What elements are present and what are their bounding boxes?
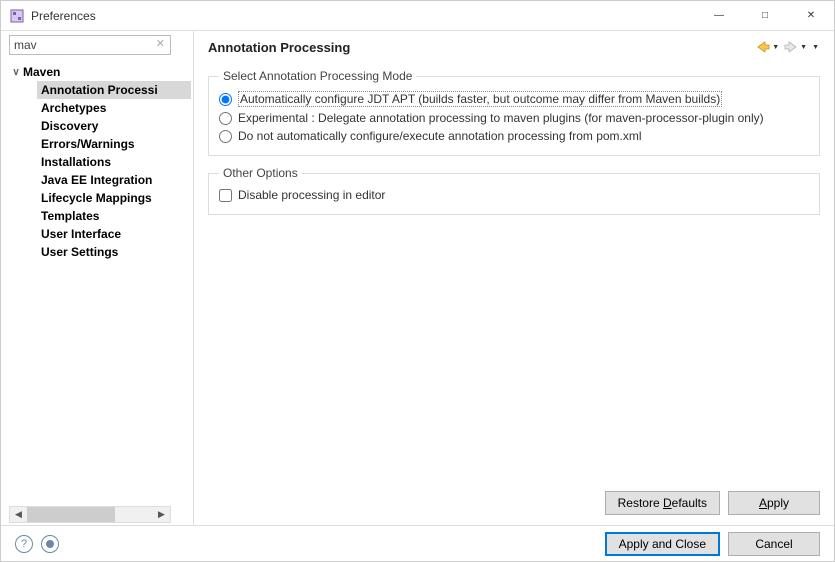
app-icon	[9, 8, 25, 24]
chevron-down-icon: ▼	[800, 44, 807, 51]
restore-defaults-button[interactable]: Restore Defaults	[605, 491, 720, 515]
checkbox-label: Disable processing in editor	[238, 188, 385, 202]
maximize-button[interactable]: □	[742, 1, 788, 31]
spacer	[208, 225, 820, 483]
titlebar: Preferences — □ ✕	[1, 1, 834, 31]
nav-forward-button[interactable]: ▼	[782, 39, 808, 55]
nav-back-button[interactable]: ▼	[754, 39, 780, 55]
radio-experimental[interactable]: Experimental : Delegate annotation proce…	[219, 109, 809, 127]
search-input[interactable]	[9, 35, 171, 55]
tree-item-discovery[interactable]: Discovery	[37, 117, 191, 135]
scroll-thumb[interactable]	[27, 507, 115, 522]
help-icon[interactable]: ?	[15, 535, 33, 553]
radio-input[interactable]	[219, 112, 232, 125]
tree-item-templates[interactable]: Templates	[37, 207, 191, 225]
window-controls: — □ ✕	[696, 1, 834, 31]
tree-parent-maven[interactable]: ∨ Maven	[9, 63, 191, 81]
chevron-down-icon: ▼	[772, 44, 779, 51]
radio-label: Experimental : Delegate annotation proce…	[238, 111, 764, 125]
group-legend: Select Annotation Processing Mode	[219, 69, 416, 83]
annotation-mode-group: Select Annotation Processing Mode Automa…	[208, 69, 820, 156]
horizontal-scrollbar[interactable]: ◀ ▶	[9, 506, 171, 523]
tree-item-user-interface[interactable]: User Interface	[37, 225, 191, 243]
tree-item-archetypes[interactable]: Archetypes	[37, 99, 191, 117]
radio-auto-jdt[interactable]: Automatically configure JDT APT (builds …	[219, 89, 809, 109]
tree-item-installations[interactable]: Installations	[37, 153, 191, 171]
minimize-button[interactable]: —	[696, 1, 742, 31]
tree-item-java-ee-integration[interactable]: Java EE Integration	[37, 171, 191, 189]
footer-icons: ?	[15, 535, 59, 553]
tree-item-user-settings[interactable]: User Settings	[37, 243, 191, 261]
tree-item-lifecycle-mappings[interactable]: Lifecycle Mappings	[37, 189, 191, 207]
main-panel: Annotation Processing ▼ ▼ ▼ Select Annot…	[194, 31, 834, 525]
chevron-down-icon: ▼	[812, 44, 819, 51]
footer-buttons: Apply and Close Cancel	[605, 532, 820, 556]
nav-icons: ▼ ▼ ▼	[754, 39, 820, 55]
main-buttons: Restore Defaults Apply	[208, 491, 820, 515]
close-button[interactable]: ✕	[788, 1, 834, 31]
tree-parent-label: Maven	[23, 65, 60, 79]
nav-menu-button[interactable]: ▼	[810, 43, 820, 52]
radio-do-not-configure[interactable]: Do not automatically configure/execute a…	[219, 127, 809, 145]
other-options-group: Other Options Disable processing in edit…	[208, 166, 820, 215]
radio-label: Automatically configure JDT APT (builds …	[238, 91, 722, 107]
radio-label: Do not automatically configure/execute a…	[238, 129, 642, 143]
scroll-track[interactable]	[27, 507, 153, 522]
expand-arrow-icon: ∨	[9, 67, 23, 78]
window-title: Preferences	[31, 9, 696, 23]
apply-button[interactable]: Apply	[728, 491, 820, 515]
group-legend: Other Options	[219, 166, 302, 180]
tree-children: Annotation Processi Archetypes Discovery…	[37, 81, 191, 261]
checkbox-disable-editor[interactable]: Disable processing in editor	[219, 186, 809, 204]
cancel-button[interactable]: Cancel	[728, 532, 820, 556]
clear-search-icon[interactable]: ✕	[156, 37, 165, 50]
radio-input[interactable]	[219, 130, 232, 143]
scroll-right-icon[interactable]: ▶	[153, 507, 170, 522]
apply-and-close-button[interactable]: Apply and Close	[605, 532, 720, 556]
radio-input[interactable]	[219, 93, 232, 106]
checkbox-input[interactable]	[219, 189, 232, 202]
footer: ? Apply and Close Cancel	[1, 525, 834, 561]
main-header: Annotation Processing ▼ ▼ ▼	[208, 39, 820, 55]
sidebar: ✕ ∨ Maven Annotation Processi Archetypes…	[1, 31, 194, 525]
tree-item-annotation-processing[interactable]: Annotation Processi	[37, 81, 191, 99]
preferences-tree: ∨ Maven Annotation Processi Archetypes D…	[9, 63, 191, 502]
content-area: ✕ ∨ Maven Annotation Processi Archetypes…	[1, 31, 834, 525]
page-title: Annotation Processing	[208, 40, 754, 55]
tree-item-errors-warnings[interactable]: Errors/Warnings	[37, 135, 191, 153]
scroll-left-icon[interactable]: ◀	[10, 507, 27, 522]
import-export-icon[interactable]	[41, 535, 59, 553]
search-wrap: ✕	[9, 35, 191, 55]
